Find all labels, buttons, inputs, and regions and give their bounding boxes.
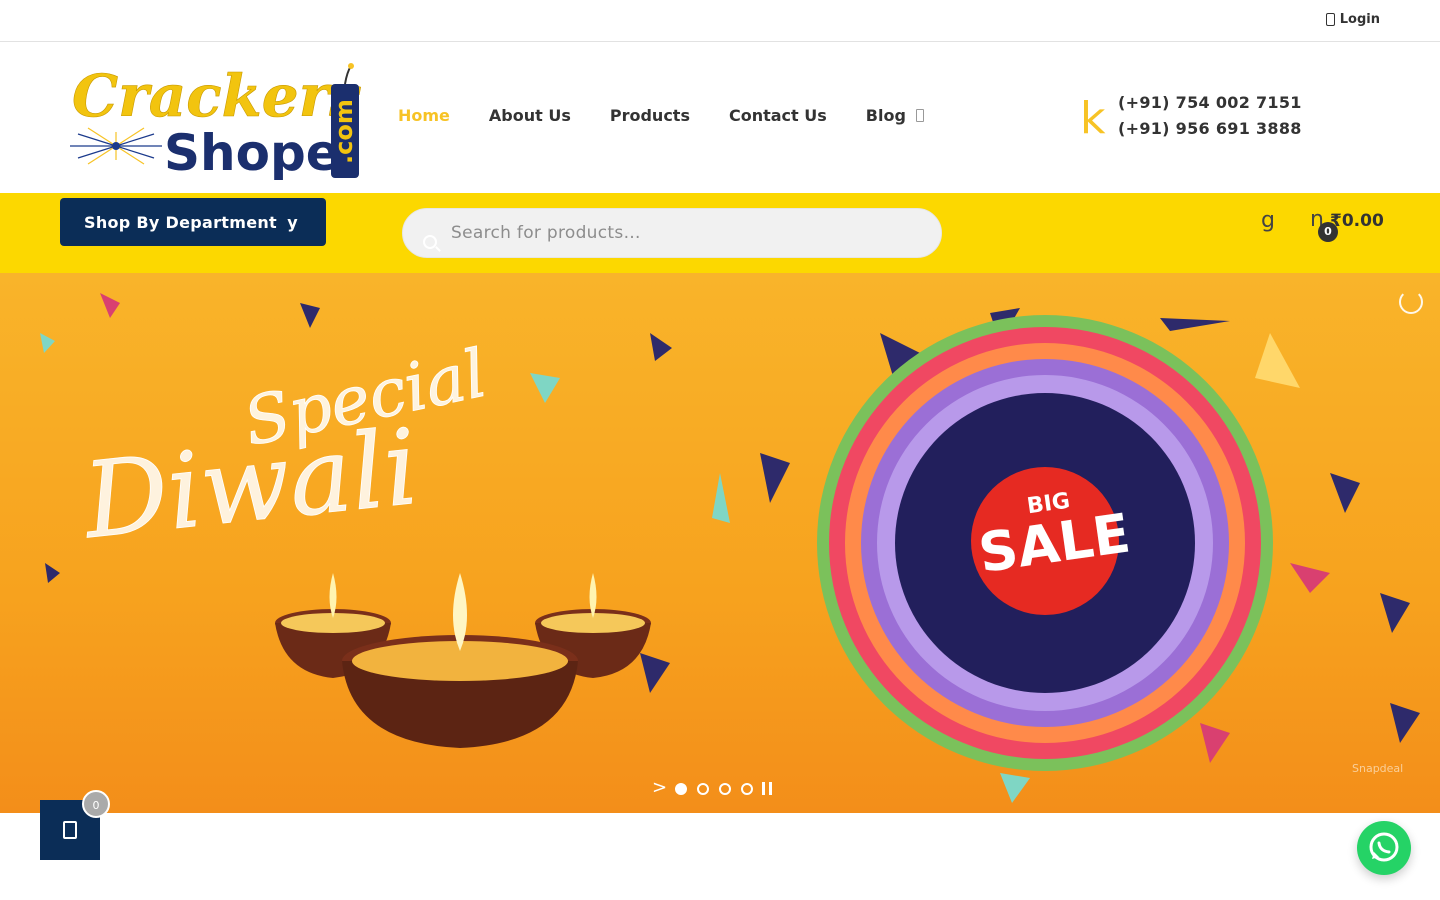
hero-banner-image: BIG SALE Special Diwali Snapdeal xyxy=(40,293,1420,803)
top-bar: Login xyxy=(0,0,1440,42)
phone-number-2[interactable]: (+91) 956 691 3888 xyxy=(1118,116,1302,142)
whatsapp-chat-button[interactable] xyxy=(1357,821,1411,875)
chevron-down-icon xyxy=(915,109,924,122)
department-label: Shop By Department xyxy=(84,212,278,232)
logo-text-crackers: Crackers xyxy=(72,62,362,130)
shopping-bag-icon xyxy=(63,821,77,839)
phone-icon: k xyxy=(1080,93,1106,144)
contact-phones: (+91) 754 002 7151 (+91) 956 691 3888 xyxy=(1118,90,1302,142)
login-label: Login xyxy=(1339,12,1380,27)
slider-dot[interactable] xyxy=(675,783,687,795)
floating-cart-count: 0 xyxy=(82,790,110,818)
nav-item-label: Contact Us xyxy=(728,106,827,125)
nav-item-label: Products xyxy=(609,106,690,125)
hero-slider: BIG SALE Special Diwali Snapdeal > xyxy=(0,273,1440,813)
phone-number-1[interactable]: (+91) 754 002 7151 xyxy=(1118,90,1302,116)
slider-dot[interactable] xyxy=(741,783,753,795)
nav-item-products[interactable]: Products xyxy=(610,106,690,125)
nav-item-blog[interactable]: Blog xyxy=(866,106,924,125)
search-input[interactable] xyxy=(451,209,921,257)
nav-item-contact-us[interactable]: Contact Us xyxy=(729,106,827,125)
wishlist-icon[interactable]: g xyxy=(1261,208,1275,233)
nav-item-label: About Us xyxy=(488,106,571,125)
nav-item-home[interactable]: Home xyxy=(398,106,450,125)
firework-burst-icon xyxy=(70,127,162,165)
slider-dot[interactable] xyxy=(697,783,709,795)
login-link[interactable]: Login xyxy=(1325,12,1380,27)
nav-item-about-us[interactable]: About Us xyxy=(489,106,571,125)
product-search xyxy=(402,208,942,258)
whatsapp-icon xyxy=(1369,832,1399,862)
main-nav: Home About Us Products Contact Us Blog xyxy=(398,106,924,125)
watermark: Snapdeal xyxy=(1352,762,1403,775)
diya-lamps xyxy=(275,573,651,748)
script-headline: Special Diwali xyxy=(76,334,493,562)
script-line-2: Diwali xyxy=(76,406,423,562)
slider-pause-icon[interactable] xyxy=(762,782,772,795)
nav-item-label: Home xyxy=(398,106,450,125)
menu-toggle-icon: y xyxy=(287,213,298,232)
site-logo[interactable]: Crackers Shope .com xyxy=(68,54,364,180)
cart-total[interactable]: ₹0.00 xyxy=(1330,211,1384,231)
logo-suffix: .com xyxy=(330,99,358,164)
slider-next-arrow-icon[interactable]: > xyxy=(652,777,667,798)
loading-spinner-icon xyxy=(1399,290,1423,314)
search-icon[interactable] xyxy=(423,235,437,249)
logo-text-shope: Shope xyxy=(164,124,340,180)
user-icon xyxy=(1325,13,1335,26)
cart-count-badge: 0 xyxy=(1318,222,1338,242)
nav-item-label: Blog xyxy=(865,106,906,125)
site-header: Crackers Shope .com Home About Us Produc… xyxy=(0,42,1440,193)
slider-dot[interactable] xyxy=(719,783,731,795)
shop-by-department-button[interactable]: Shop By Department y xyxy=(60,198,326,246)
slider-pagination xyxy=(675,783,753,795)
department-search-bar: Shop By Department y g n ₹0.00 0 xyxy=(0,193,1440,273)
